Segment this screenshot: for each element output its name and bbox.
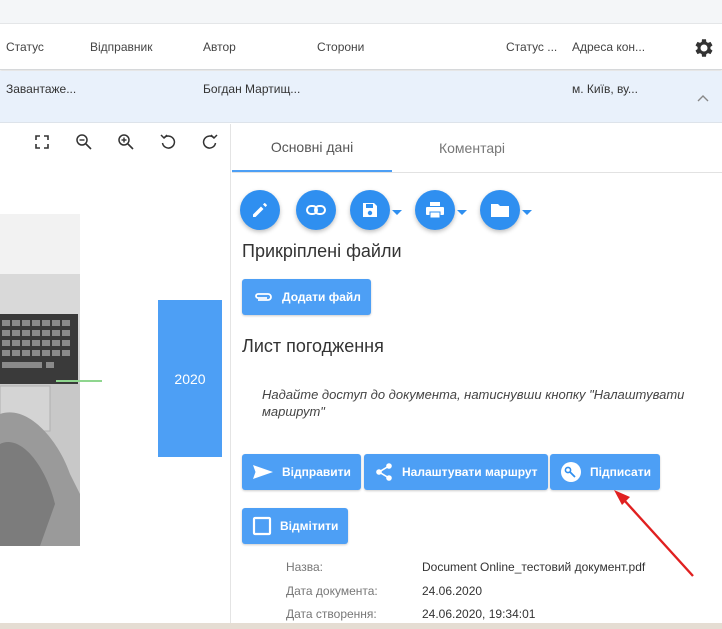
folder-dropdown-caret[interactable] (522, 210, 532, 215)
send-icon (253, 465, 273, 479)
tab-divider (232, 172, 722, 173)
column-header-author[interactable]: Автор (203, 40, 236, 54)
save-button[interactable] (350, 190, 390, 230)
configure-route-button[interactable]: Налаштувати маршрут (364, 454, 548, 490)
gear-icon[interactable] (692, 36, 716, 60)
fullscreen-icon[interactable] (32, 132, 52, 152)
route-hint: Надайте доступ до документа, натиснувши … (262, 387, 685, 419)
print-icon (426, 202, 444, 219)
meta-label-name: Назва: (286, 560, 323, 574)
meta-label-document-date: Дата документа: (286, 584, 378, 598)
sign-label: Підписати (590, 465, 651, 479)
print-button[interactable] (415, 190, 455, 230)
print-dropdown-caret[interactable] (457, 210, 467, 215)
cell-address: м. Київ, ву... (572, 82, 638, 96)
rotate-right-icon[interactable] (200, 132, 220, 152)
pencil-icon (253, 203, 267, 217)
share-icon (376, 463, 392, 481)
meta-value-name: Document Online_тестовий документ.pdf (422, 560, 646, 574)
zoom-in-icon[interactable] (116, 132, 136, 152)
send-label: Відправити (282, 465, 351, 479)
meta-label-created-date: Дата створення: (286, 607, 377, 621)
table-row[interactable]: Завантаже... Богдан Мартищ... м. Київ, в… (0, 71, 722, 123)
rotate-left-icon[interactable] (158, 132, 178, 152)
tab-comments[interactable]: Коментарі (392, 124, 552, 172)
meta-value-created-date: 24.06.2020, 19:34:01 (422, 607, 536, 621)
document-year-badge: 2020 (158, 300, 222, 457)
annotation-line (56, 380, 102, 382)
folder-icon (491, 204, 509, 217)
zoom-out-icon[interactable] (74, 132, 94, 152)
cell-author: Богдан Мартищ... (203, 82, 301, 96)
approval-sheet-heading: Лист погодження (242, 336, 384, 356)
send-button[interactable]: Відправити (242, 454, 361, 490)
save-dropdown-caret[interactable] (392, 210, 402, 215)
mark-label: Відмітити (280, 519, 339, 533)
mark-button[interactable]: Відмітити (242, 508, 349, 544)
bottom-strip (0, 623, 722, 629)
table-header: Статус Відправник Автор Сторони Статус .… (0, 24, 722, 70)
link-button[interactable] (296, 190, 336, 230)
column-header-status-2[interactable]: Статус ... (506, 40, 557, 54)
sign-button[interactable]: Підписати (550, 454, 660, 490)
folder-button[interactable] (480, 190, 520, 230)
cell-status: Завантаже... (6, 82, 77, 96)
add-file-label: Додати файл (282, 290, 361, 304)
edit-button[interactable] (240, 190, 280, 230)
column-header-address[interactable]: Адреса кон... (572, 40, 645, 54)
details-panel: Основні дані Коментарі Прикріплені файли… (232, 124, 722, 629)
save-icon (363, 203, 377, 217)
paperclip-icon (255, 293, 272, 301)
key-icon (561, 462, 581, 482)
checkbox-icon (252, 516, 272, 536)
link-icon (306, 205, 326, 215)
top-bar (0, 0, 722, 24)
tab-main-data[interactable]: Основні дані (232, 124, 392, 172)
attached-files-heading: Прикріплені файли (242, 241, 402, 261)
chevron-up-icon[interactable] (696, 93, 710, 103)
column-header-parties[interactable]: Сторони (317, 40, 364, 54)
column-header-sender[interactable]: Відправник (90, 40, 152, 54)
add-file-button[interactable]: Додати файл (242, 279, 371, 315)
configure-route-label: Налаштувати маршрут (402, 465, 538, 479)
meta-value-document-date: 24.06.2020 (422, 584, 483, 598)
document-viewer: 2020 (0, 124, 231, 629)
column-header-status[interactable]: Статус (6, 40, 44, 54)
